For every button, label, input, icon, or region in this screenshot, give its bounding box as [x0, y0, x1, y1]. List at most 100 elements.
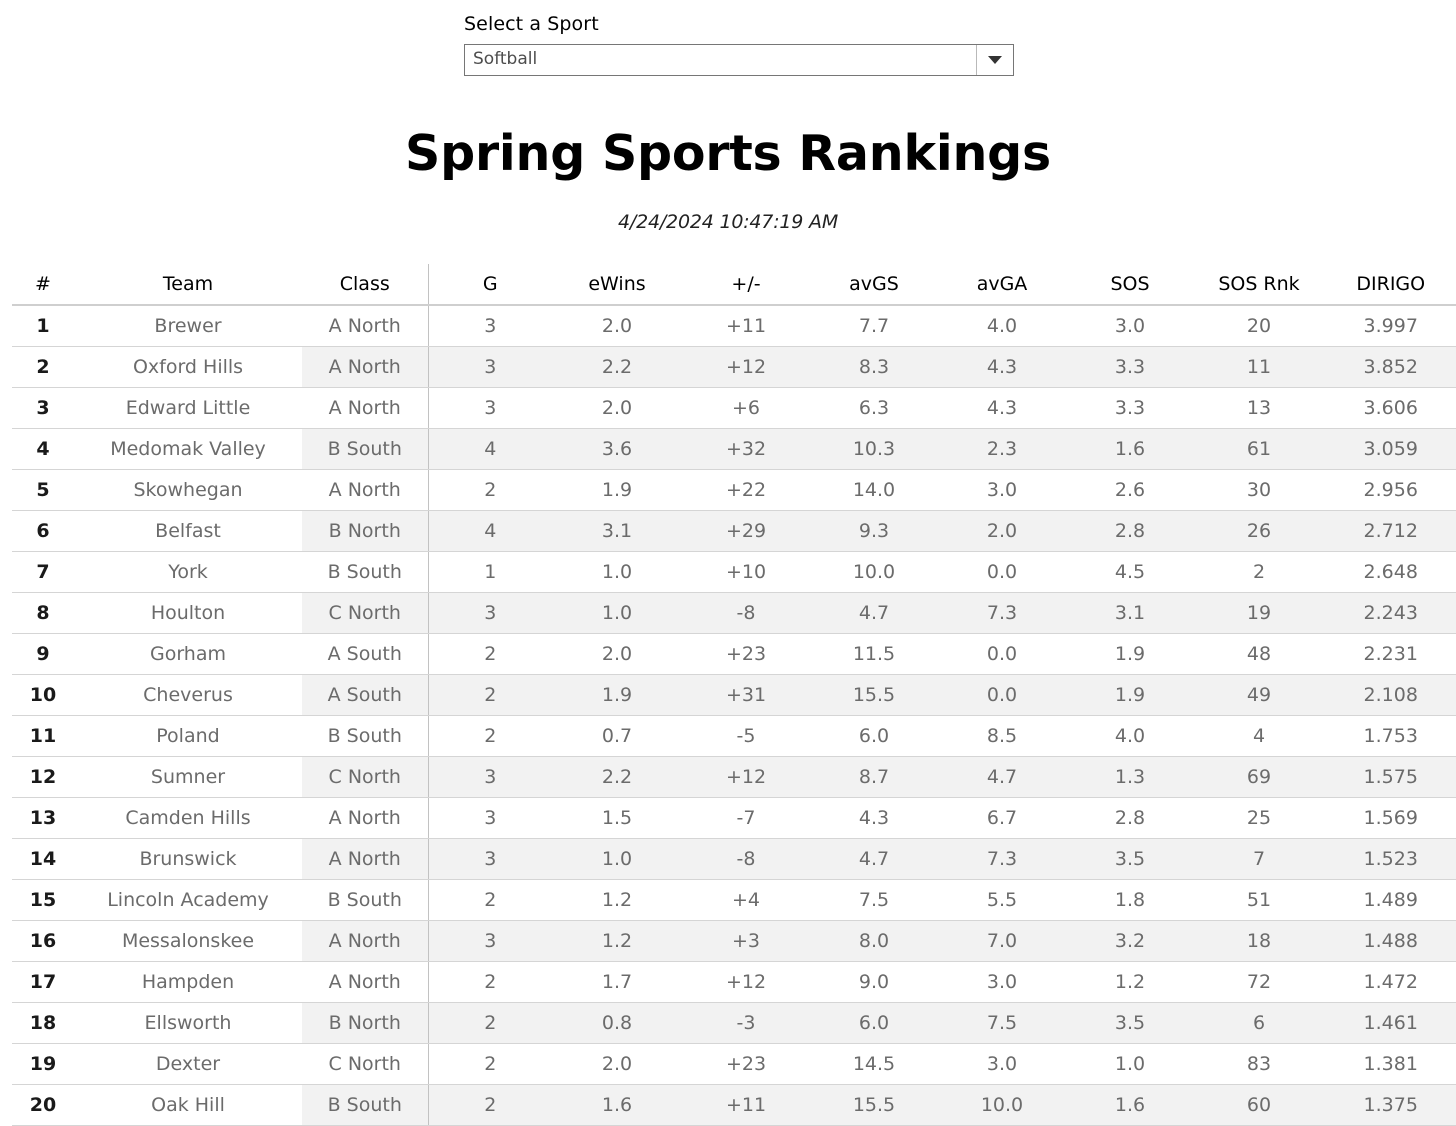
cell-sos: 3.5 [1066, 1002, 1194, 1044]
sport-select-value[interactable]: Softball [465, 45, 976, 75]
cell-dirigo: 1.472 [1324, 961, 1456, 1003]
cell-sos-rnk: 7 [1194, 838, 1324, 880]
cell-g: 2 [427, 1084, 552, 1126]
table-row[interactable]: 17 Hampden A North 2 1.7 +12 9.0 3.0 1.2 72 1.472 [12, 961, 1456, 1003]
column-header-team[interactable]: Team [74, 264, 302, 306]
table-row[interactable]: 6 Belfast B North 4 3.1 +29 9.3 2.0 2.8 26 2.712 [12, 510, 1456, 552]
cell-rank: 17 [12, 961, 74, 1003]
table-body: 1 Brewer A North 3 2.0 +11 7.7 4.0 3.0 20 3.997 2 Ox… [12, 305, 1456, 1126]
table-row[interactable]: 14 Brunswick A North 3 1.0 -8 4.7 7.3 3.5 7 1.523 [12, 838, 1456, 880]
cell-dirigo: 2.712 [1324, 510, 1456, 552]
table-row[interactable]: 2 Oxford Hills A North 3 2.2 +12 8.3 4.3 3.3 11 3.… [12, 346, 1456, 388]
cell-avgs: 14.5 [810, 1043, 938, 1085]
cell-dirigo: 1.461 [1324, 1002, 1456, 1044]
cell-ewins: 2.0 [552, 387, 682, 429]
cell-plusminus: +23 [682, 633, 810, 675]
table-header: # Team Class G eWins +/- avGS avGA SOS S… [12, 264, 1456, 306]
cell-g: 2 [427, 674, 552, 716]
table-row[interactable]: 1 Brewer A North 3 2.0 +11 7.7 4.0 3.0 20 3.997 [12, 305, 1456, 347]
cell-sos-rnk: 18 [1194, 920, 1324, 962]
table-row[interactable]: 13 Camden Hills A North 3 1.5 -7 4.3 6.7 2.8 25 1.… [12, 797, 1456, 839]
column-header-g[interactable]: G [427, 264, 552, 306]
cell-rank: 11 [12, 715, 74, 757]
sport-select[interactable]: Softball [464, 43, 1014, 76]
cell-avgs: 15.5 [810, 674, 938, 716]
cell-sos: 3.5 [1066, 838, 1194, 880]
cell-class: B South [302, 879, 428, 921]
column-header-dirigo[interactable]: DIRIGO [1324, 264, 1456, 306]
cell-sos: 2.6 [1066, 469, 1194, 511]
cell-class: B South [302, 715, 428, 757]
column-header-plusminus[interactable]: +/- [682, 264, 810, 306]
table-row[interactable]: 10 Cheverus A South 2 1.9 +31 15.5 0.0 1.9 49 2.10… [12, 674, 1456, 716]
cell-rank: 10 [12, 674, 74, 716]
column-header-ewins[interactable]: eWins [552, 264, 682, 306]
column-header-rank[interactable]: # [12, 264, 74, 306]
cell-dirigo: 1.569 [1324, 797, 1456, 839]
report-timestamp: 4/24/2024 10:47:19 AM [617, 211, 839, 233]
cell-dirigo: 2.231 [1324, 633, 1456, 675]
cell-avgs: 10.0 [810, 551, 938, 593]
cell-sos: 4.5 [1066, 551, 1194, 593]
column-header-avgs[interactable]: avGS [810, 264, 938, 306]
cell-team: Houlton [74, 592, 302, 634]
cell-plusminus: +12 [682, 961, 810, 1003]
table-row[interactable]: 19 Dexter C North 2 2.0 +23 14.5 3.0 1.0 83 1.381 [12, 1043, 1456, 1085]
cell-dirigo: 1.523 [1324, 838, 1456, 880]
cell-sos: 1.0 [1066, 1043, 1194, 1085]
cell-avga: 6.7 [938, 797, 1066, 839]
cell-avgs: 11.5 [810, 633, 938, 675]
cell-team: Ellsworth [74, 1002, 302, 1044]
cell-avgs: 9.3 [810, 510, 938, 552]
table-row[interactable]: 3 Edward Little A North 3 2.0 +6 6.3 4.3 3.3 13 3.… [12, 387, 1456, 429]
table-row[interactable]: 11 Poland B South 2 0.7 -5 6.0 8.5 4.0 4 1.753 [12, 715, 1456, 757]
cell-ewins: 1.2 [552, 879, 682, 921]
table-row[interactable]: 16 Messalonskee A North 3 1.2 +3 8.0 7.0 3.2 18 1.… [12, 920, 1456, 962]
column-header-class[interactable]: Class [302, 264, 428, 306]
cell-avgs: 4.3 [810, 797, 938, 839]
column-header-sos-rnk[interactable]: SOS Rnk [1194, 264, 1324, 306]
table-row[interactable]: 8 Houlton C North 3 1.0 -8 4.7 7.3 3.1 19 2.243 [12, 592, 1456, 634]
cell-plusminus: -3 [682, 1002, 810, 1044]
cell-team: Edward Little [74, 387, 302, 429]
cell-g: 4 [427, 428, 552, 470]
cell-team: Dexter [74, 1043, 302, 1085]
cell-dirigo: 2.956 [1324, 469, 1456, 511]
cell-rank: 7 [12, 551, 74, 593]
cell-class: B North [302, 1002, 428, 1044]
table-row[interactable]: 18 Ellsworth B North 2 0.8 -3 6.0 7.5 3.5 6 1.461 [12, 1002, 1456, 1044]
sport-select-arrow-button[interactable] [976, 44, 1013, 75]
cell-class: A North [302, 838, 428, 880]
cell-class: B South [302, 1084, 428, 1126]
cell-dirigo: 1.575 [1324, 756, 1456, 798]
cell-g: 2 [427, 633, 552, 675]
chevron-down-icon [988, 55, 1002, 64]
cell-rank: 15 [12, 879, 74, 921]
cell-sos: 4.0 [1066, 715, 1194, 757]
cell-avga: 10.0 [938, 1084, 1066, 1126]
cell-team: Brewer [74, 305, 302, 347]
cell-rank: 16 [12, 920, 74, 962]
table-row[interactable]: 20 Oak Hill B South 2 1.6 +11 15.5 10.0 1.6 60 1.3… [12, 1084, 1456, 1126]
cell-class: C North [302, 1043, 428, 1085]
cell-g: 3 [427, 838, 552, 880]
cell-ewins: 1.6 [552, 1084, 682, 1126]
column-header-avga[interactable]: avGA [938, 264, 1066, 306]
table-row[interactable]: 15 Lincoln Academy B South 2 1.2 +4 7.5 5.5 1.8 5… [12, 879, 1456, 921]
cell-sos-rnk: 6 [1194, 1002, 1324, 1044]
cell-ewins: 2.2 [552, 346, 682, 388]
table-row[interactable]: 9 Gorham A South 2 2.0 +23 11.5 0.0 1.9 48 2.231 [12, 633, 1456, 675]
cell-rank: 13 [12, 797, 74, 839]
column-header-sos[interactable]: SOS [1066, 264, 1194, 306]
table-row[interactable]: 4 Medomak Valley B South 4 3.6 +32 10.3 2.3 1.6 6… [12, 428, 1456, 470]
table-row[interactable]: 7 York B South 1 1.0 +10 10.0 0.0 4.5 2 2.648 [12, 551, 1456, 593]
cell-team: Messalonskee [74, 920, 302, 962]
cell-avgs: 7.5 [810, 879, 938, 921]
rankings-page: Select a Sport Softball Spring Sports Ra… [0, 0, 1456, 1126]
cell-avga: 5.5 [938, 879, 1066, 921]
table-row[interactable]: 12 Sumner C North 3 2.2 +12 8.7 4.7 1.3 69 1.575 [12, 756, 1456, 798]
cell-g: 2 [427, 469, 552, 511]
cell-avgs: 10.3 [810, 428, 938, 470]
cell-g: 3 [427, 346, 552, 388]
table-row[interactable]: 5 Skowhegan A North 2 1.9 +22 14.0 3.0 2.6 30 2.95… [12, 469, 1456, 511]
